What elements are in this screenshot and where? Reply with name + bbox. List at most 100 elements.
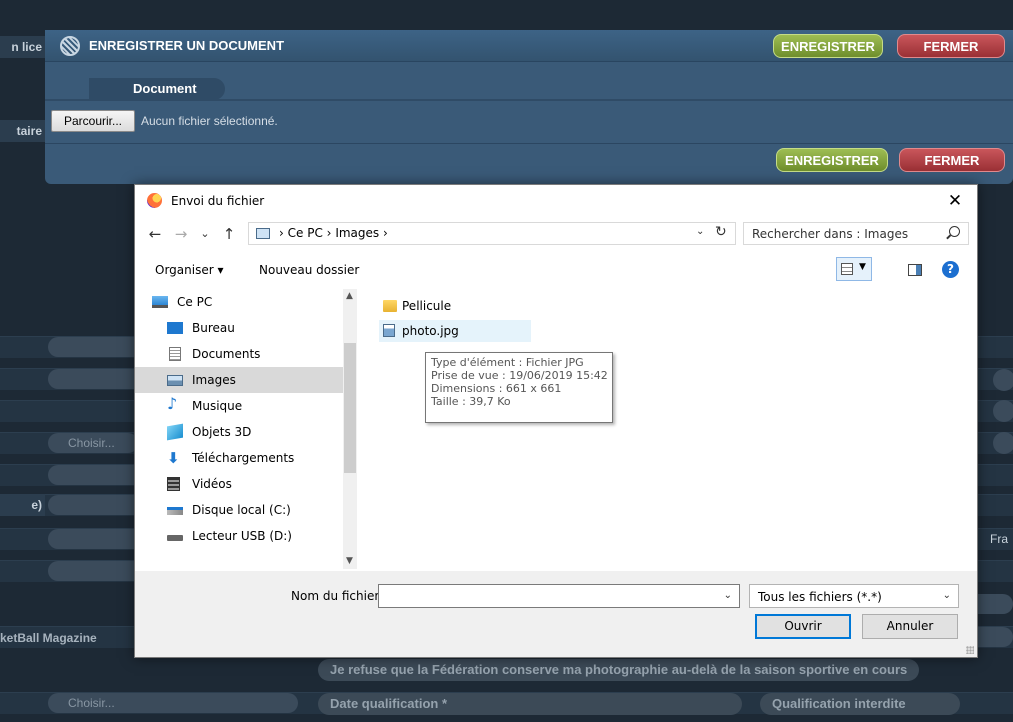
downloads-icon: ⬇ <box>167 449 180 467</box>
close-button-top[interactable]: FERMER <box>897 34 1005 58</box>
file-upload-dialog: Envoi du fichier ✕ ← → ⌄ ↑ › Ce PC › Ima… <box>134 184 978 658</box>
nav-item-telechargements[interactable]: ⬇ Téléchargements <box>135 445 343 471</box>
bg-choose-label: Choisir... <box>68 436 115 450</box>
nav-item-label: Téléchargements <box>192 451 295 465</box>
computer-icon <box>152 296 168 308</box>
nav-item-lecteur-usb[interactable]: Lecteur USB (D:) <box>135 523 343 549</box>
bg-date-qualification-field[interactable]: Date qualification * <box>318 693 742 715</box>
file-item-pellicule[interactable]: Pellicule <box>379 295 529 317</box>
dialog-titlebar[interactable]: Envoi du fichier ✕ <box>135 185 977 217</box>
resize-grip-icon[interactable] <box>966 646 974 654</box>
preview-pane-icon[interactable] <box>908 264 922 276</box>
save-button-top[interactable]: ENREGISTRER <box>773 34 883 58</box>
file-info-tooltip: Type d'élément : Fichier JPG Prise de vu… <box>425 352 613 423</box>
bg-qualification-interdite-toggle[interactable]: Qualification interdite <box>760 693 960 715</box>
recent-locations-chevron-icon[interactable]: ⌄ <box>195 224 215 244</box>
image-file-icon <box>383 324 395 337</box>
modal-title: ENREGISTRER UN DOCUMENT <box>89 38 285 53</box>
bg-toggle[interactable] <box>993 432 1013 454</box>
file-item-label: photo.jpg <box>402 324 459 338</box>
file-item-photo-jpg[interactable]: photo.jpg <box>379 320 531 342</box>
browse-button[interactable]: Parcourir... <box>51 110 135 132</box>
breadcrumb-sep: › <box>326 226 332 240</box>
bg-toggle[interactable] <box>993 369 1013 391</box>
dialog-toolbar: Organiser ▾ Nouveau dossier ▼ ? <box>135 253 977 287</box>
navigation-bar: ← → ⌄ ↑ › Ce PC › Images › ⌄ ↻ Recherche… <box>135 219 977 249</box>
file-type-dropdown-icon: ⌄ <box>942 590 951 601</box>
tooltip-size: Taille : 39,7 Ko <box>431 395 511 408</box>
nav-item-label: Bureau <box>192 321 235 335</box>
address-bar[interactable]: › Ce PC › Images › ⌄ ↻ <box>248 222 736 245</box>
3d-objects-icon <box>167 423 183 441</box>
nav-item-label: Images <box>192 373 236 387</box>
bg-choose-button[interactable]: Choisir... <box>48 433 138 453</box>
nav-item-objets-3d[interactable]: Objets 3D <box>135 419 343 445</box>
breadcrumb: › Ce PC › Images › <box>279 226 388 240</box>
view-dropdown-icon[interactable]: ▼ <box>859 262 866 272</box>
nav-item-images[interactable]: Images <box>135 367 343 393</box>
bg-choose-label-2: Choisir... <box>68 696 115 710</box>
nav-item-ce-pc[interactable]: Ce PC <box>135 289 343 315</box>
document-icon <box>60 36 80 56</box>
dialog-footer: Nom du fichier : ⌄ Tous les fichiers (*.… <box>135 571 977 657</box>
nav-item-label: Objets 3D <box>192 425 252 439</box>
documents-icon <box>169 347 181 361</box>
help-icon[interactable]: ? <box>942 261 959 278</box>
scrollbar-thumb[interactable] <box>344 343 356 473</box>
bg-date-qualification-label: Date qualification * <box>330 696 448 711</box>
images-folder-icon <box>256 228 270 239</box>
bg-refuse-photo-toggle[interactable]: Je refuse que la Fédération conserve ma … <box>318 659 920 681</box>
filename-dropdown-icon[interactable]: ⌄ <box>724 590 732 601</box>
breadcrumb-sep: › <box>382 226 388 240</box>
nav-pane-scrollbar[interactable]: ▲ ▼ <box>343 289 357 569</box>
bg-left-label: taire <box>0 120 45 142</box>
modal-divider <box>45 143 1013 144</box>
bg-left-label: n lice <box>0 36 45 58</box>
breadcrumb-item-images[interactable]: Images <box>335 226 379 240</box>
address-dropdown-icon[interactable]: ⌄ <box>696 226 704 237</box>
organize-menu[interactable]: Organiser ▾ <box>155 263 223 277</box>
back-arrow-icon[interactable]: ← <box>145 224 165 244</box>
tab-document[interactable]: Document <box>89 78 225 100</box>
bg-refuse-text: Je refuse que la Fédération conserve ma … <box>330 662 908 677</box>
nav-item-documents[interactable]: Documents <box>135 341 343 367</box>
save-document-modal: ENREGISTRER UN DOCUMENT ENREGISTRER FERM… <box>45 30 1013 184</box>
file-type-value: Tous les fichiers (*.*) <box>758 590 882 604</box>
open-button[interactable]: Ouvrir <box>755 614 851 639</box>
nav-item-label: Documents <box>192 347 261 361</box>
navigation-pane: Ce PC Bureau Documents Images ♪ Musique … <box>135 289 357 569</box>
scroll-up-icon[interactable]: ▲ <box>346 291 353 301</box>
search-placeholder: Rechercher dans : Images <box>752 227 909 241</box>
search-icon <box>949 226 960 237</box>
nav-item-label: Vidéos <box>192 477 232 491</box>
filename-input[interactable]: ⌄ <box>378 584 740 608</box>
dialog-close-button[interactable]: ✕ <box>943 190 967 212</box>
local-disk-icon <box>167 507 183 515</box>
tooltip-type: Type d'élément : Fichier JPG <box>431 356 584 369</box>
nav-item-bureau[interactable]: Bureau <box>135 315 343 341</box>
forward-arrow-icon[interactable]: → <box>171 224 191 244</box>
refresh-icon[interactable]: ↻ <box>715 224 727 240</box>
desktop-icon <box>167 322 183 334</box>
breadcrumb-item-ce-pc[interactable]: Ce PC <box>288 226 323 240</box>
cancel-button[interactable]: Annuler <box>862 614 958 639</box>
nav-item-label: Disque local (C:) <box>192 503 291 517</box>
scroll-down-icon[interactable]: ▼ <box>346 556 353 566</box>
bg-qualification-interdite-label: Qualification interdite <box>772 696 906 711</box>
nav-item-videos[interactable]: Vidéos <box>135 471 343 497</box>
file-list: Pellicule photo.jpg <box>359 289 977 569</box>
tooltip-taken: Prise de vue : 19/06/2019 15:42 <box>431 369 608 382</box>
file-item-label: Pellicule <box>402 299 452 313</box>
search-input[interactable]: Rechercher dans : Images <box>743 222 969 245</box>
no-file-selected-text: Aucun fichier sélectionné. <box>141 114 278 128</box>
nav-item-musique[interactable]: ♪ Musique <box>135 393 343 419</box>
bg-choose-select[interactable]: Choisir... <box>48 693 298 713</box>
new-folder-button[interactable]: Nouveau dossier <box>259 263 359 277</box>
up-arrow-icon[interactable]: ↑ <box>219 224 239 244</box>
nav-item-disque-local[interactable]: Disque local (C:) <box>135 497 343 523</box>
close-button-bottom[interactable]: FERMER <box>899 148 1005 172</box>
view-options-button[interactable]: ▼ <box>836 257 872 281</box>
bg-toggle[interactable] <box>993 400 1013 422</box>
save-button-bottom[interactable]: ENREGISTRER <box>776 148 888 172</box>
file-type-select[interactable]: Tous les fichiers (*.*) ⌄ <box>749 584 959 608</box>
